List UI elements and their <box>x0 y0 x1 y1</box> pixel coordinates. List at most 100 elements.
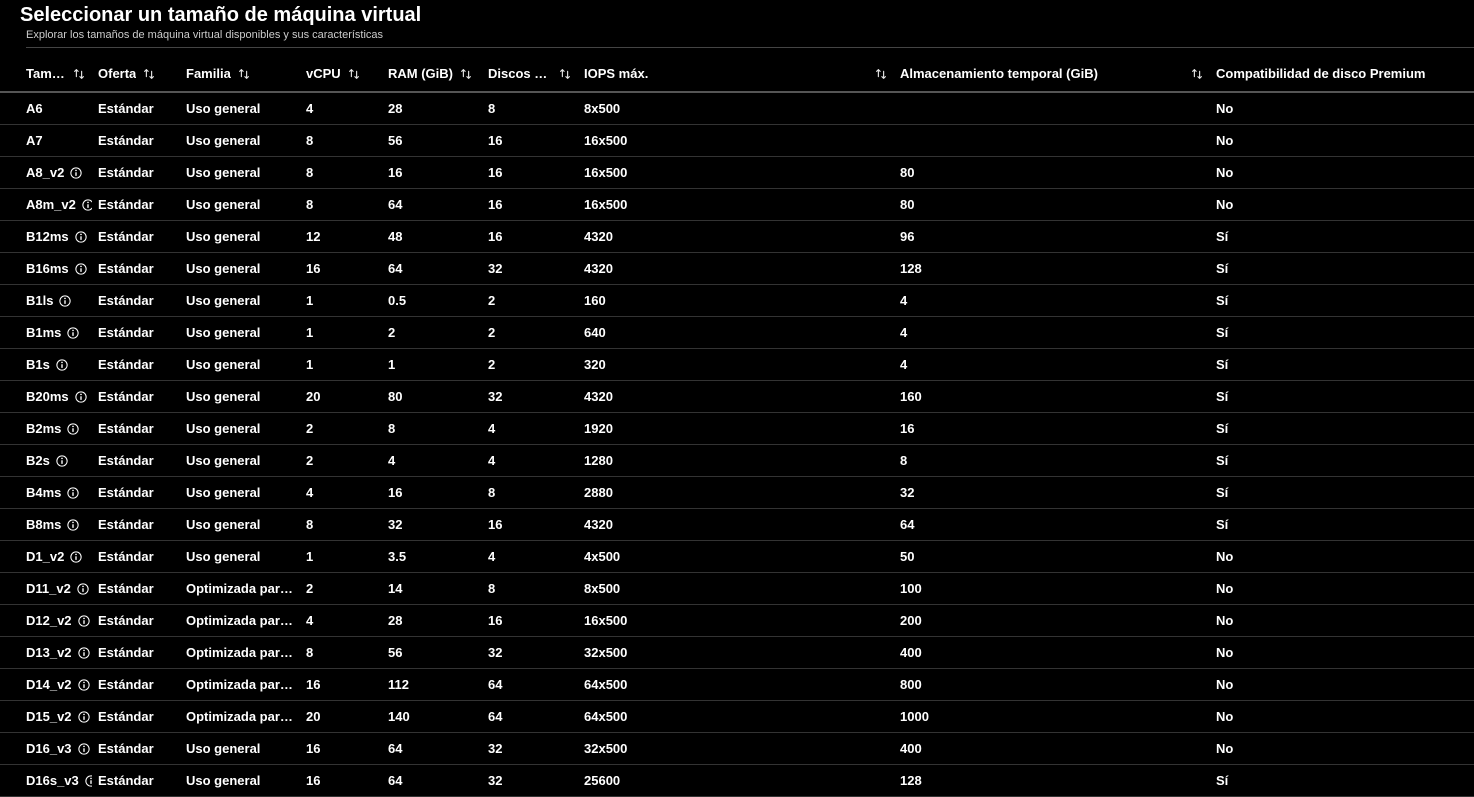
column-header-iops[interactable]: IOPS máx. <box>578 56 894 92</box>
column-label: Compatibilidad de disco Premium <box>1216 66 1425 81</box>
cell-ram: 1 <box>382 349 482 381</box>
cell-family: Uso general <box>180 349 300 381</box>
cell-temp: 80 <box>894 189 1210 221</box>
cell-iops: 25600 <box>578 765 894 797</box>
column-label: Tamaño … <box>26 66 66 81</box>
cell-premium: No <box>1210 733 1474 765</box>
cell-offer: Estándar <box>92 573 180 605</box>
cell-temp: 96 <box>894 221 1210 253</box>
cell-ram: 64 <box>382 189 482 221</box>
table-row[interactable]: B1msEstándarUso general1226404Sí <box>0 317 1474 349</box>
table-row[interactable]: D16s_v3EstándarUso general16643225600128… <box>0 765 1474 797</box>
column-header-temp[interactable]: Almacenamiento temporal (GiB) <box>894 56 1210 92</box>
cell-size: D13_v2 <box>0 637 92 669</box>
cell-vcpu: 8 <box>300 509 382 541</box>
info-icon <box>75 391 87 403</box>
cell-temp: 400 <box>894 733 1210 765</box>
table-row[interactable]: B8msEstándarUso general83216432064Sí <box>0 509 1474 541</box>
size-label: B12ms <box>26 229 69 244</box>
cell-size: D1_v2 <box>0 541 92 573</box>
cell-temp <box>894 125 1210 157</box>
cell-family: Uso general <box>180 221 300 253</box>
size-label: D14_v2 <box>26 677 72 692</box>
cell-iops: 8x500 <box>578 92 894 125</box>
cell-iops: 4320 <box>578 509 894 541</box>
cell-size: D16s_v3 <box>0 765 92 797</box>
cell-disks: 16 <box>482 189 578 221</box>
table-row[interactable]: D15_v2EstándarOptimizada para …201406464… <box>0 701 1474 733</box>
column-header-offer[interactable]: Oferta <box>92 56 180 92</box>
cell-iops: 1280 <box>578 445 894 477</box>
table-row[interactable]: A7EstándarUso general8561616x500No <box>0 125 1474 157</box>
size-label: B8ms <box>26 517 61 532</box>
sort-icon <box>72 67 86 81</box>
table-row[interactable]: B20msEstándarUso general2080324320160Sí <box>0 381 1474 413</box>
cell-disks: 32 <box>482 637 578 669</box>
cell-disks: 2 <box>482 285 578 317</box>
cell-size: D14_v2 <box>0 669 92 701</box>
cell-iops: 64x500 <box>578 701 894 733</box>
table-row[interactable]: B16msEstándarUso general1664324320128Sí <box>0 253 1474 285</box>
table-row[interactable]: B2msEstándarUso general284192016Sí <box>0 413 1474 445</box>
table-row[interactable]: D16_v3EstándarUso general16643232x500400… <box>0 733 1474 765</box>
cell-family: Uso general <box>180 413 300 445</box>
table-row[interactable]: B1sEstándarUso general1123204Sí <box>0 349 1474 381</box>
cell-iops: 16x500 <box>578 125 894 157</box>
cell-premium: No <box>1210 541 1474 573</box>
cell-premium: Sí <box>1210 317 1474 349</box>
cell-offer: Estándar <box>92 541 180 573</box>
cell-ram: 28 <box>382 92 482 125</box>
table-row[interactable]: A8m_v2EstándarUso general8641616x50080No <box>0 189 1474 221</box>
cell-ram: 56 <box>382 637 482 669</box>
cell-offer: Estándar <box>92 477 180 509</box>
table-row[interactable]: B12msEstándarUso general124816432096Sí <box>0 221 1474 253</box>
table-row[interactable]: A8_v2EstándarUso general8161616x50080No <box>0 157 1474 189</box>
cell-temp: 16 <box>894 413 1210 445</box>
cell-iops: 8x500 <box>578 573 894 605</box>
table-row[interactable]: D11_v2EstándarOptimizada para …21488x500… <box>0 573 1474 605</box>
table-row[interactable]: D14_v2EstándarOptimizada para …161126464… <box>0 669 1474 701</box>
table-row[interactable]: A6EstándarUso general42888x500No <box>0 92 1474 125</box>
cell-family: Uso general <box>180 765 300 797</box>
table-row[interactable]: B4msEstándarUso general4168288032Sí <box>0 477 1474 509</box>
cell-temp: 4 <box>894 349 1210 381</box>
cell-offer: Estándar <box>92 381 180 413</box>
table-row[interactable]: D12_v2EstándarOptimizada para …4281616x5… <box>0 605 1474 637</box>
cell-temp: 64 <box>894 509 1210 541</box>
cell-temp: 200 <box>894 605 1210 637</box>
cell-offer: Estándar <box>92 221 180 253</box>
cell-temp: 32 <box>894 477 1210 509</box>
table-row[interactable]: D13_v2EstándarOptimizada para …8563232x5… <box>0 637 1474 669</box>
cell-family: Optimizada para … <box>180 605 300 637</box>
cell-disks: 2 <box>482 349 578 381</box>
cell-ram: 3.5 <box>382 541 482 573</box>
column-header-vcpu[interactable]: vCPU <box>300 56 382 92</box>
cell-ram: 8 <box>382 413 482 445</box>
cell-size: A7 <box>0 125 92 157</box>
cell-premium: Sí <box>1210 413 1474 445</box>
column-header-ram[interactable]: RAM (GiB) <box>382 56 482 92</box>
cell-premium: No <box>1210 92 1474 125</box>
table-row[interactable]: B1lsEstándarUso general10.521604Sí <box>0 285 1474 317</box>
size-label: A8m_v2 <box>26 197 76 212</box>
column-label: RAM (GiB) <box>388 66 453 81</box>
info-icon <box>70 167 82 179</box>
column-header-premium[interactable]: Compatibilidad de disco Premium <box>1210 56 1474 92</box>
table-row[interactable]: B2sEstándarUso general24412808Sí <box>0 445 1474 477</box>
cell-disks: 4 <box>482 541 578 573</box>
cell-premium: No <box>1210 125 1474 157</box>
column-header-disks[interactable]: Discos de … <box>482 56 578 92</box>
size-label: A6 <box>26 101 43 116</box>
sort-icon <box>237 67 251 81</box>
column-header-size[interactable]: Tamaño … <box>0 56 92 92</box>
sort-icon <box>347 67 361 81</box>
cell-disks: 16 <box>482 125 578 157</box>
cell-vcpu: 1 <box>300 317 382 349</box>
cell-ram: 64 <box>382 253 482 285</box>
table-row[interactable]: D1_v2EstándarUso general13.544x50050No <box>0 541 1474 573</box>
column-header-family[interactable]: Familia <box>180 56 300 92</box>
cell-disks: 16 <box>482 605 578 637</box>
cell-offer: Estándar <box>92 157 180 189</box>
cell-family: Optimizada para … <box>180 573 300 605</box>
info-icon <box>77 583 89 595</box>
